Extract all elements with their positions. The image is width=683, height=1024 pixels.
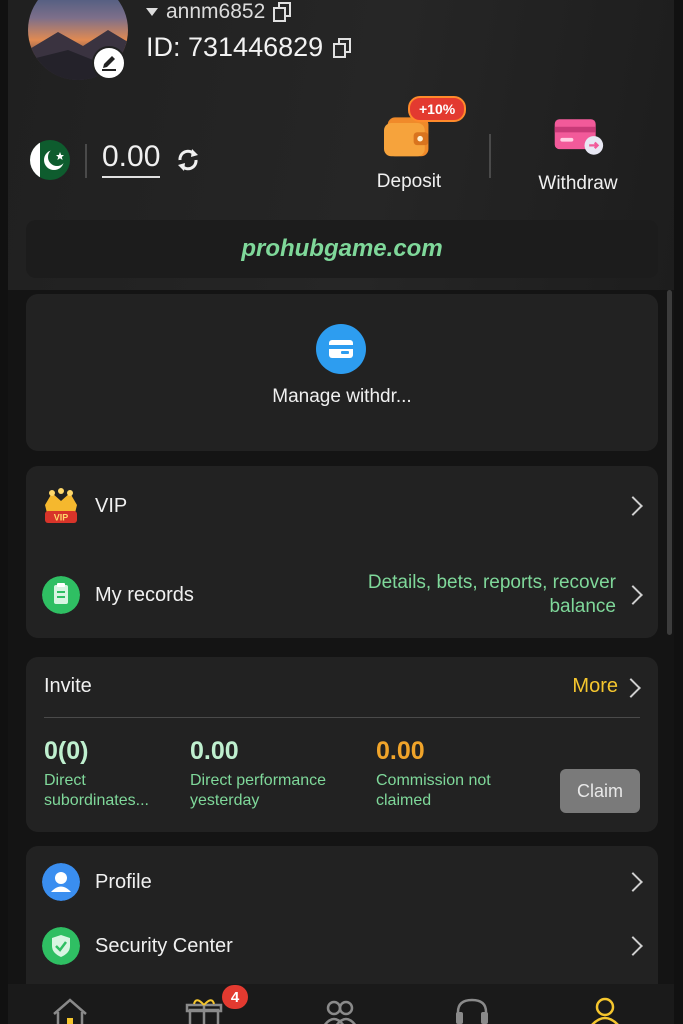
stat-label: Direct performance yesterday (190, 772, 327, 809)
deposit-bonus-badge: +10% (408, 96, 467, 122)
stat-direct-subordinates: 0(0) Direct subordinates... (44, 737, 179, 811)
invite-title: Invite (44, 675, 92, 697)
domain-text: prohubgame.com (241, 235, 443, 262)
stat-label: Commission not claimed (376, 772, 491, 809)
copy-icon[interactable] (333, 37, 352, 58)
chevron-right-icon (623, 585, 643, 605)
chevron-right-icon (623, 936, 643, 956)
domain-banner: prohubgame.com (26, 220, 658, 278)
vip-crown-icon: VIP (45, 488, 77, 523)
support-icon[interactable] (452, 996, 492, 1024)
stat-value: 0.00 (376, 737, 425, 765)
divider (85, 144, 87, 178)
stat-value: 0.00 (190, 737, 239, 765)
refresh-icon[interactable] (174, 146, 202, 174)
stat-label: Direct subordinates... (44, 772, 149, 809)
security-label: Security Center (95, 934, 233, 957)
chevron-right-icon (623, 496, 643, 516)
user-id-row: ID: 731446829 (146, 32, 352, 63)
home-icon[interactable] (50, 996, 90, 1024)
scrollbar[interactable] (667, 290, 672, 635)
gift-icon[interactable] (184, 996, 224, 1024)
claim-button[interactable]: Claim (560, 769, 640, 813)
pakistan-flag-icon[interactable] (30, 140, 70, 180)
profile-label: Profile (95, 870, 152, 893)
records-row[interactable]: My records Details, bets, reports, recov… (26, 565, 658, 625)
username: annm6852 (166, 0, 266, 23)
edit-icon (102, 56, 116, 71)
withdraw-button[interactable]: Withdraw (528, 112, 628, 195)
agents-icon[interactable] (320, 996, 360, 1024)
divider (489, 134, 491, 178)
manage-withdraw-label[interactable]: Manage withdr... (262, 386, 422, 408)
username-row[interactable]: annm6852 (146, 0, 292, 24)
profile-icon (42, 863, 80, 901)
edit-avatar-button[interactable] (92, 46, 126, 80)
balance-amount: 0.00 (102, 140, 161, 178)
bottom-nav (8, 984, 674, 1024)
chevron-right-icon (623, 872, 643, 892)
user-icon[interactable] (585, 996, 625, 1024)
vip-label: VIP (95, 494, 128, 517)
stat-direct-performance: 0.00 Direct performance yesterday (190, 737, 360, 811)
shield-icon (42, 927, 80, 965)
caret-down-icon (146, 8, 158, 16)
invite-card: Invite More 0(0) Direct subordinates... … (26, 657, 658, 832)
card-icon (554, 119, 604, 155)
settings-card: Profile Security Center (26, 846, 658, 996)
divider (44, 717, 640, 718)
stat-value: 0(0) (44, 737, 89, 765)
user-id: ID: 731446829 (146, 32, 324, 62)
withdraw-label: Withdraw (538, 173, 618, 194)
account-page: annm6852 ID: 731446829 0.00 Deposit +10%… (8, 0, 674, 1024)
security-row[interactable]: Security Center (26, 916, 658, 976)
chevron-right-icon[interactable] (621, 678, 641, 698)
records-icon (42, 576, 80, 614)
copy-icon[interactable] (273, 2, 292, 22)
records-label: My records (95, 583, 194, 606)
records-note: Details, bets, reports, recover balance (367, 572, 616, 617)
deposit-label: Deposit (376, 171, 442, 192)
vip-records-card: VIP VIP My records Details, bets, report… (26, 466, 658, 638)
invite-more-link[interactable]: More (572, 675, 618, 698)
deposit-button[interactable]: Deposit (364, 110, 454, 193)
vip-row[interactable]: VIP VIP (26, 476, 658, 536)
manage-withdraw-card: Manage withdr... (26, 294, 658, 451)
manage-withdraw-icon[interactable] (316, 324, 366, 374)
stat-commission: 0.00 Commission not claimed (376, 737, 526, 811)
profile-row[interactable]: Profile (26, 852, 658, 912)
svg-text:VIP: VIP (54, 513, 69, 523)
gift-notification-badge: 4 (222, 985, 248, 1009)
